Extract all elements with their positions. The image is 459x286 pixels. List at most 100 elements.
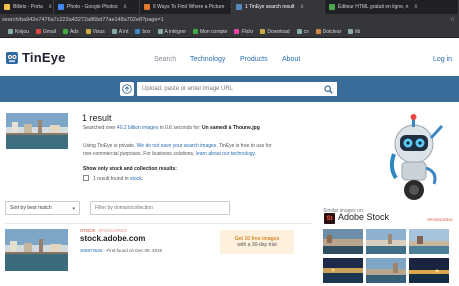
result-meta: 306873626 · First found on Dec 05, 2019: [80, 248, 163, 253]
adobe-stock-logo-icon: St: [324, 213, 335, 224]
browser-tab[interactable]: Éditeur HTML gratuit en ligne, n x: [325, 0, 459, 14]
tineye-logo[interactable]: TinEye: [5, 50, 66, 65]
search-stats: Searched over 40.2 billion images in 0.6…: [83, 125, 260, 131]
similar-image-thumbnail[interactable]: [409, 229, 449, 254]
url-text[interactable]: search/ba942e7476a7c222a43272a86bd77ae14…: [2, 17, 164, 23]
results-count: 1 result: [82, 113, 112, 123]
upload-icon: [122, 84, 132, 94]
bookmark-item[interactable]: box: [135, 29, 151, 35]
similar-image-thumbnail[interactable]: [366, 229, 406, 254]
sponsored-badge: SPONSORED: [97, 228, 127, 233]
close-icon[interactable]: x: [49, 4, 52, 10]
stock-link[interactable]: stock.: [130, 176, 143, 182]
browser-tab[interactable]: Photo - Google Photos x: [54, 0, 140, 14]
browser-tab[interactable]: 6 Ways To Find Where a Picture x: [140, 0, 232, 14]
bookmark-icon: [8, 29, 13, 34]
sidebar-sponsored-badge: SPONSORED: [427, 217, 453, 222]
bookmark-item[interactable]: A intégrer: [157, 29, 186, 35]
bookmark-item[interactable]: Flickr: [234, 29, 253, 35]
result-image-thumbnail[interactable]: [5, 229, 68, 271]
bookmark-item[interactable]: Ads: [62, 29, 79, 35]
similar-image-thumbnail[interactable]: [409, 258, 449, 283]
similar-image-thumbnail[interactable]: [323, 258, 363, 283]
bookmarks-bar: Knijou Gmail Ads Visus A int box A intég…: [0, 26, 459, 38]
bookmark-icon: [85, 29, 91, 34]
browser-tab-active[interactable]: 1 TinEye search result x: [232, 0, 325, 14]
address-bar[interactable]: search/ba942e7476a7c222a43272a86bd77ae14…: [0, 14, 459, 26]
tineye-robot-logo-icon: [6, 51, 18, 64]
tab-label: 1 TinEye search result: [245, 4, 295, 10]
sort-value: Sort by best match: [10, 205, 52, 211]
browser-tab-bar: Billets - Porta x Photo - Google Photos …: [0, 0, 459, 14]
tab-favicon: [144, 4, 150, 10]
source-badge: STOCK: [80, 228, 96, 233]
result-source-tags: STOCK SPONSORED: [80, 228, 127, 233]
bookmark-icon: [192, 29, 198, 34]
nav-search[interactable]: Search: [154, 56, 176, 63]
results-divider: [5, 223, 312, 224]
bookmark-icon: [315, 29, 321, 34]
tab-favicon: [4, 4, 10, 10]
bookmark-icon: [35, 29, 41, 34]
adobe-stock-brand[interactable]: Adobe Stock: [338, 212, 389, 222]
logo-text: TinEye: [22, 50, 66, 65]
bookmark-item[interactable]: Gmail: [35, 29, 56, 35]
free-trial-promo[interactable]: Get 10 free images with a 30-day trial: [220, 230, 294, 254]
bookmark-icon: [260, 29, 266, 34]
stock-results-text: 1 result found in stock.: [93, 176, 144, 182]
tab-label: Éditeur HTML gratuit en ligne, n: [338, 4, 409, 10]
similar-image-thumbnail[interactable]: [366, 258, 406, 283]
stock-filter-label: Show only stock and collection results:: [83, 166, 177, 172]
bookmark-item[interactable]: Knijou: [8, 29, 29, 35]
bookmark-item[interactable]: A int: [111, 29, 128, 35]
nav-products[interactable]: Products: [240, 56, 268, 63]
domain-filter-input[interactable]: Filter by domain/collection: [90, 201, 230, 215]
business-text: non-commercial purposes. For business so…: [83, 151, 257, 157]
close-icon[interactable]: x: [124, 4, 127, 10]
search-input[interactable]: Upload, paste or enter image URL: [137, 82, 337, 96]
tab-label: Photo - Google Photos: [67, 4, 118, 10]
tab-label: Billets - Porta: [13, 4, 43, 10]
site-header: TinEye Search Technology Products About …: [0, 39, 459, 76]
similar-image-thumbnail[interactable]: [323, 229, 363, 254]
tab-favicon: [58, 4, 64, 10]
result-domain-link[interactable]: stock.adobe.com: [80, 234, 145, 243]
login-link[interactable]: Log in: [433, 56, 452, 63]
bookmark-item[interactable]: Dotclear: [315, 29, 341, 35]
browser-tab[interactable]: Billets - Porta x: [0, 0, 54, 14]
sort-dropdown[interactable]: Sort by best match ▾: [5, 201, 80, 215]
tab-favicon: [329, 4, 335, 10]
tab-favicon: [236, 4, 242, 10]
result-id-link[interactable]: 306873626: [80, 248, 103, 253]
tineye-robot-mascot-icon: [389, 114, 444, 200]
privacy-link[interactable]: We do not save your search images.: [137, 143, 218, 149]
bookmark-star-icon[interactable]: ☆: [450, 16, 455, 23]
nav-about[interactable]: About: [282, 56, 300, 63]
bookmark-item[interactable]: Mon compte: [192, 29, 227, 35]
privacy-text: Using TinEye is private. We do not save …: [83, 143, 272, 149]
search-button[interactable]: [320, 82, 337, 96]
bookmark-icon: [62, 29, 68, 34]
bookmark-icon: [348, 29, 354, 34]
tab-label: 6 Ways To Find Where a Picture: [153, 4, 225, 10]
stock-only-checkbox[interactable]: [83, 175, 89, 181]
bookmark-item[interactable]: lib: [348, 29, 360, 35]
promo-subtitle: with a 30-day trial: [237, 242, 277, 248]
close-icon[interactable]: x: [414, 4, 417, 10]
query-image-thumbnail: [6, 113, 68, 149]
bookmark-icon: [157, 29, 163, 34]
upload-button[interactable]: [120, 82, 134, 96]
searched-filename: Un samedi à Thoune.jpg: [201, 125, 260, 131]
image-count-link[interactable]: 40.2 billion images: [117, 125, 158, 131]
chevron-down-icon: ▾: [72, 206, 75, 212]
nav-technology[interactable]: Technology: [190, 56, 225, 63]
bookmark-item[interactable]: Download: [260, 29, 290, 35]
bookmark-item[interactable]: cs: [296, 29, 309, 35]
technology-link[interactable]: learn about our technology.: [196, 151, 256, 157]
bookmark-icon: [135, 29, 141, 34]
search-icon: [324, 84, 333, 94]
bookmark-icon: [234, 29, 240, 34]
close-icon[interactable]: x: [300, 4, 303, 10]
bookmark-item[interactable]: Visus: [85, 29, 105, 35]
bookmark-icon: [111, 29, 117, 34]
